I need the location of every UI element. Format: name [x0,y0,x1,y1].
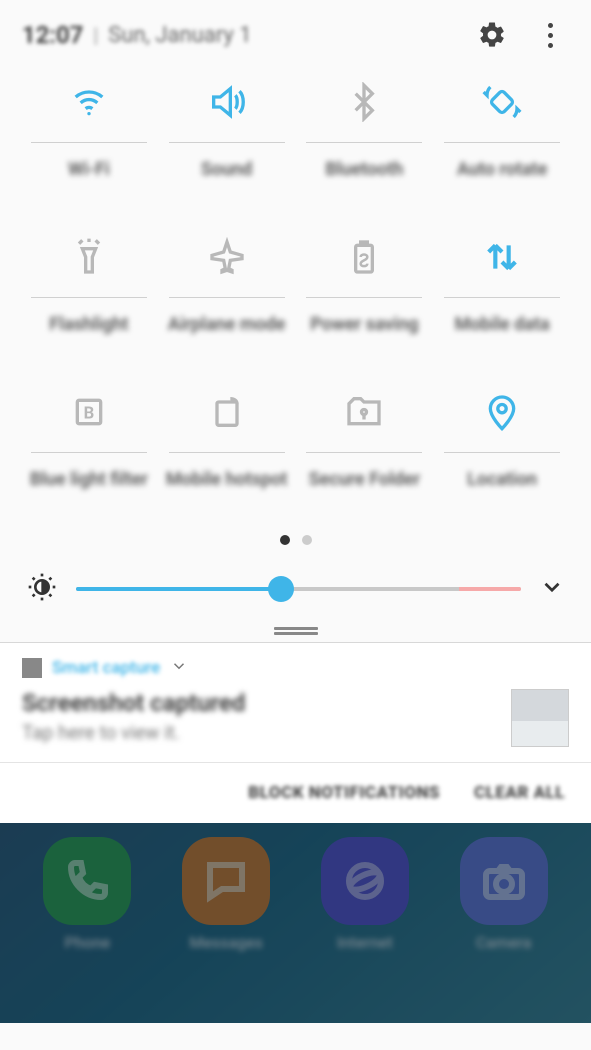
notif-app-name: Smart capture [52,658,160,678]
status-bar: 12:07 | Sun, January 1 [0,0,591,64]
qs-label: Mobile data [455,314,550,358]
securefolder-icon [296,384,434,440]
hotspot-icon [158,384,296,440]
qs-label: Sound [201,159,252,203]
panel-drag-handle[interactable] [0,627,591,642]
qs-tile-bluelight[interactable]: B Blue light filter [20,384,158,513]
notif-expand-icon[interactable] [170,657,188,679]
qs-label: Airplane mode [168,314,286,358]
qs-label: Location [467,469,537,513]
qs-label: Bluetooth [325,159,403,203]
brightness-control [0,563,591,627]
wifi-icon [20,74,158,130]
notification-panel: 12:07 | Sun, January 1 Wi-Fi Sound Bluet… [0,0,591,1023]
notification-actions: BLOCK NOTIFICATIONS CLEAR ALL [0,763,591,823]
qs-label: Auto rotate [457,159,547,203]
qs-tile-securefolder[interactable]: Secure Folder [296,384,434,513]
qs-label: Blue light filter [30,469,148,513]
flashlight-icon [20,229,158,285]
home-screen-background: Phone Messages Internet Camera [0,823,591,1023]
qs-tile-flashlight[interactable]: Flashlight [20,229,158,358]
notif-subtitle: Tap here to view it. [22,721,569,744]
airplane-icon [158,229,296,285]
quick-settings-grid: Wi-Fi Sound Bluetooth Auto rotate Flashl… [0,64,591,513]
block-notifications-button[interactable]: BLOCK NOTIFICATIONS [248,783,440,803]
qs-label: Power saving [310,314,418,358]
clock-time: 12:07 [22,21,83,49]
qs-tile-location[interactable]: Location [433,384,571,513]
notif-thumbnail [511,689,569,747]
qs-tile-autorotate[interactable]: Auto rotate [433,74,571,203]
autorotate-icon [433,74,571,130]
qs-tile-airplane[interactable]: Airplane mode [158,229,296,358]
notification-card[interactable]: Smart capture Screenshot captured Tap he… [0,643,591,763]
location-icon [433,384,571,440]
qs-tile-hotspot[interactable]: Mobile hotspot [158,384,296,513]
qs-label: Flashlight [49,314,128,358]
notif-app-icon [22,658,42,678]
slider-thumb[interactable] [268,576,294,602]
clear-all-button[interactable]: CLEAR ALL [474,783,565,803]
status-divider: | [83,23,108,47]
qs-tile-wifi[interactable]: Wi-Fi [20,74,158,203]
brightness-expand-icon[interactable] [539,574,565,604]
page-indicator[interactable] [0,513,591,563]
qs-tile-bluetooth[interactable]: Bluetooth [296,74,434,203]
more-icon[interactable] [531,16,569,54]
powersaving-icon [296,229,434,285]
sound-icon [158,74,296,130]
qs-tile-sound[interactable]: Sound [158,74,296,203]
bluelight-icon: B [20,384,158,440]
brightness-icon [26,571,58,607]
qs-label: Wi-Fi [68,159,110,203]
page-dot-1 [280,535,290,545]
page-dot-2 [302,535,312,545]
settings-icon[interactable] [473,16,511,54]
bluetooth-icon [296,74,434,130]
qs-tile-powersaving[interactable]: Power saving [296,229,434,358]
qs-label: Secure Folder [309,469,420,513]
notif-title: Screenshot captured [22,689,569,717]
qs-tile-mobiledata[interactable]: Mobile data [433,229,571,358]
status-date: Sun, January 1 [108,23,251,48]
mobiledata-icon [433,229,571,285]
svg-text:B: B [84,405,95,424]
qs-label: Mobile hotspot [166,469,287,513]
brightness-slider[interactable] [76,577,521,601]
